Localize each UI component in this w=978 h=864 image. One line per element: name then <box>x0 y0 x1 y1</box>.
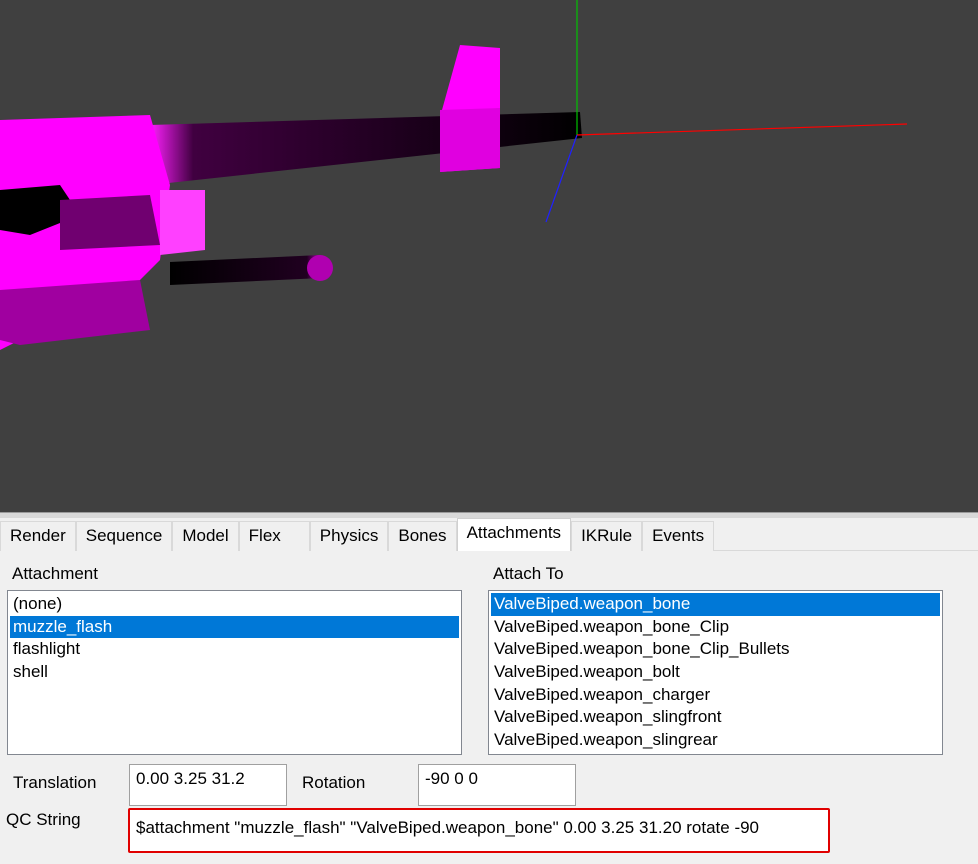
translation-input[interactable]: 0.00 3.25 31.2 <box>129 764 287 806</box>
list-item[interactable]: (none) <box>10 593 459 616</box>
tab-bar: Render Sequence Model Flex Physics Bones… <box>0 518 715 551</box>
attachment-label: Attachment <box>12 564 98 583</box>
translation-label: Translation <box>13 773 97 792</box>
x-axis-line <box>576 123 908 136</box>
tab-events[interactable]: Events <box>642 521 715 551</box>
rotation-label: Rotation <box>302 773 366 792</box>
list-item[interactable]: ValveBiped.weapon_charger <box>491 684 940 707</box>
list-item-selected[interactable]: muzzle_flash <box>10 615 459 639</box>
tab-physics[interactable]: Physics <box>309 521 389 551</box>
tab-bones[interactable]: Bones <box>388 521 457 551</box>
tab-flex[interactable]: Flex <box>238 521 310 551</box>
tab-sequence[interactable]: Sequence <box>75 521 173 551</box>
list-item[interactable]: shell <box>10 661 459 684</box>
list-item[interactable]: ValveBiped.weapon_bolt <box>491 661 940 684</box>
attach-to-list[interactable]: ValveBiped.weapon_bone ValveBiped.weapon… <box>488 590 943 755</box>
list-item[interactable]: ValveBiped.weapon_bone_Clip_Bullets <box>491 638 940 661</box>
attachment-list[interactable]: (none) muzzle_flash flashlight shell <box>7 590 462 755</box>
list-item[interactable]: flashlight <box>10 638 459 661</box>
tab-attachments[interactable]: Attachments <box>456 518 572 551</box>
qc-string-field[interactable]: $attachment "muzzle_flash" "ValveBiped.w… <box>128 808 830 853</box>
tab-model[interactable]: Model <box>172 521 239 551</box>
list-item[interactable]: ValveBiped.weapon_slingrear <box>491 729 940 752</box>
qc-string-label: QC String <box>6 810 81 829</box>
list-item[interactable]: ValveBiped.weapon_slingfront <box>491 706 940 729</box>
rotation-input[interactable]: -90 0 0 <box>418 764 576 806</box>
attach-to-label: Attach To <box>493 564 564 583</box>
tab-ikrule[interactable]: IKRule <box>571 521 643 551</box>
list-item[interactable]: ValveBiped.weapon_bone_Clip <box>491 616 940 639</box>
weapon-model <box>0 45 582 350</box>
list-item-selected[interactable]: ValveBiped.weapon_bone <box>491 593 940 616</box>
3d-viewport[interactable] <box>0 0 978 512</box>
model-render <box>0 0 908 350</box>
z-axis-line <box>545 134 578 223</box>
tab-render[interactable]: Render <box>0 521 76 551</box>
